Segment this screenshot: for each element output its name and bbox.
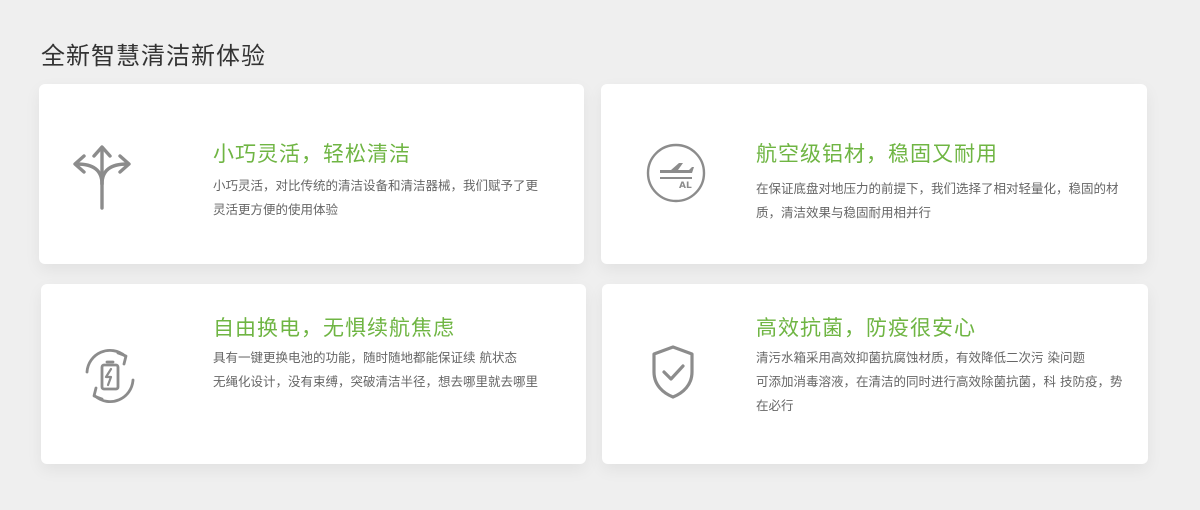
- desc-line: 在保证底盘对地压力的前提下，我们选择了相对轻量化，稳固的材质，清洁效果与稳固耐用…: [756, 181, 1119, 220]
- card-description: 在保证底盘对地压力的前提下，我们选择了相对轻量化，稳固的材质，清洁效果与稳固耐用…: [756, 177, 1124, 225]
- shield-check-icon: [650, 344, 696, 400]
- card-title: 高效抗菌，防疫很安心: [756, 316, 976, 340]
- airplane-al-icon: AL: [645, 142, 707, 204]
- feature-card-antibacterial: 高效抗菌，防疫很安心 清污水箱采用高效抑菌抗腐蚀材质，有效降低二次污 染问题 可…: [602, 284, 1148, 464]
- desc-line: 可添加消毒溶液，在清洁的同时进行高效除菌抗菌，科 技防疫，势在必行: [756, 374, 1123, 413]
- direction-arrows-icon: [69, 136, 135, 212]
- battery-swap-icon: [75, 344, 145, 408]
- page-title: 全新智慧清洁新体验: [41, 42, 266, 70]
- card-description: 小巧灵活，对比传统的清洁设备和清洁器械，我们赋予了更灵活更方便的使用体验: [213, 174, 538, 222]
- desc-line: 具有一键更换电池的功能，随时随地都能保证续 航状态: [213, 350, 517, 365]
- feature-card-battery: 自由换电，无惧续航焦虑 具有一键更换电池的功能，随时随地都能保证续 航状态 无绳…: [41, 284, 586, 464]
- desc-line: 清污水箱采用高效抑菌抗腐蚀材质，有效降低二次污 染问题: [756, 350, 1085, 365]
- desc-line: 无绳化设计，没有束缚，突破清洁半径，想去哪里就去哪里: [213, 374, 539, 389]
- card-title: 自由换电，无惧续航焦虑: [213, 316, 455, 340]
- card-title: 航空级铝材，稳固又耐用: [756, 142, 998, 166]
- svg-text:AL: AL: [679, 181, 692, 191]
- feature-card-flexible: 小巧灵活，轻松清洁 小巧灵活，对比传统的清洁设备和清洁器械，我们赋予了更灵活更方…: [39, 84, 584, 264]
- card-title: 小巧灵活，轻松清洁: [213, 142, 411, 166]
- card-description: 具有一键更换电池的功能，随时随地都能保证续 航状态 无绳化设计，没有束缚，突破清…: [213, 346, 539, 394]
- card-description: 清污水箱采用高效抑菌抗腐蚀材质，有效降低二次污 染问题 可添加消毒溶液，在清洁的…: [756, 346, 1126, 418]
- feature-card-aluminum: AL 航空级铝材，稳固又耐用 在保证底盘对地压力的前提下，我们选择了相对轻量化，…: [601, 84, 1147, 264]
- desc-line: 小巧灵活，对比传统的清洁设备和清洁器械，我们赋予了更灵活更方便的使用体验: [213, 178, 539, 217]
